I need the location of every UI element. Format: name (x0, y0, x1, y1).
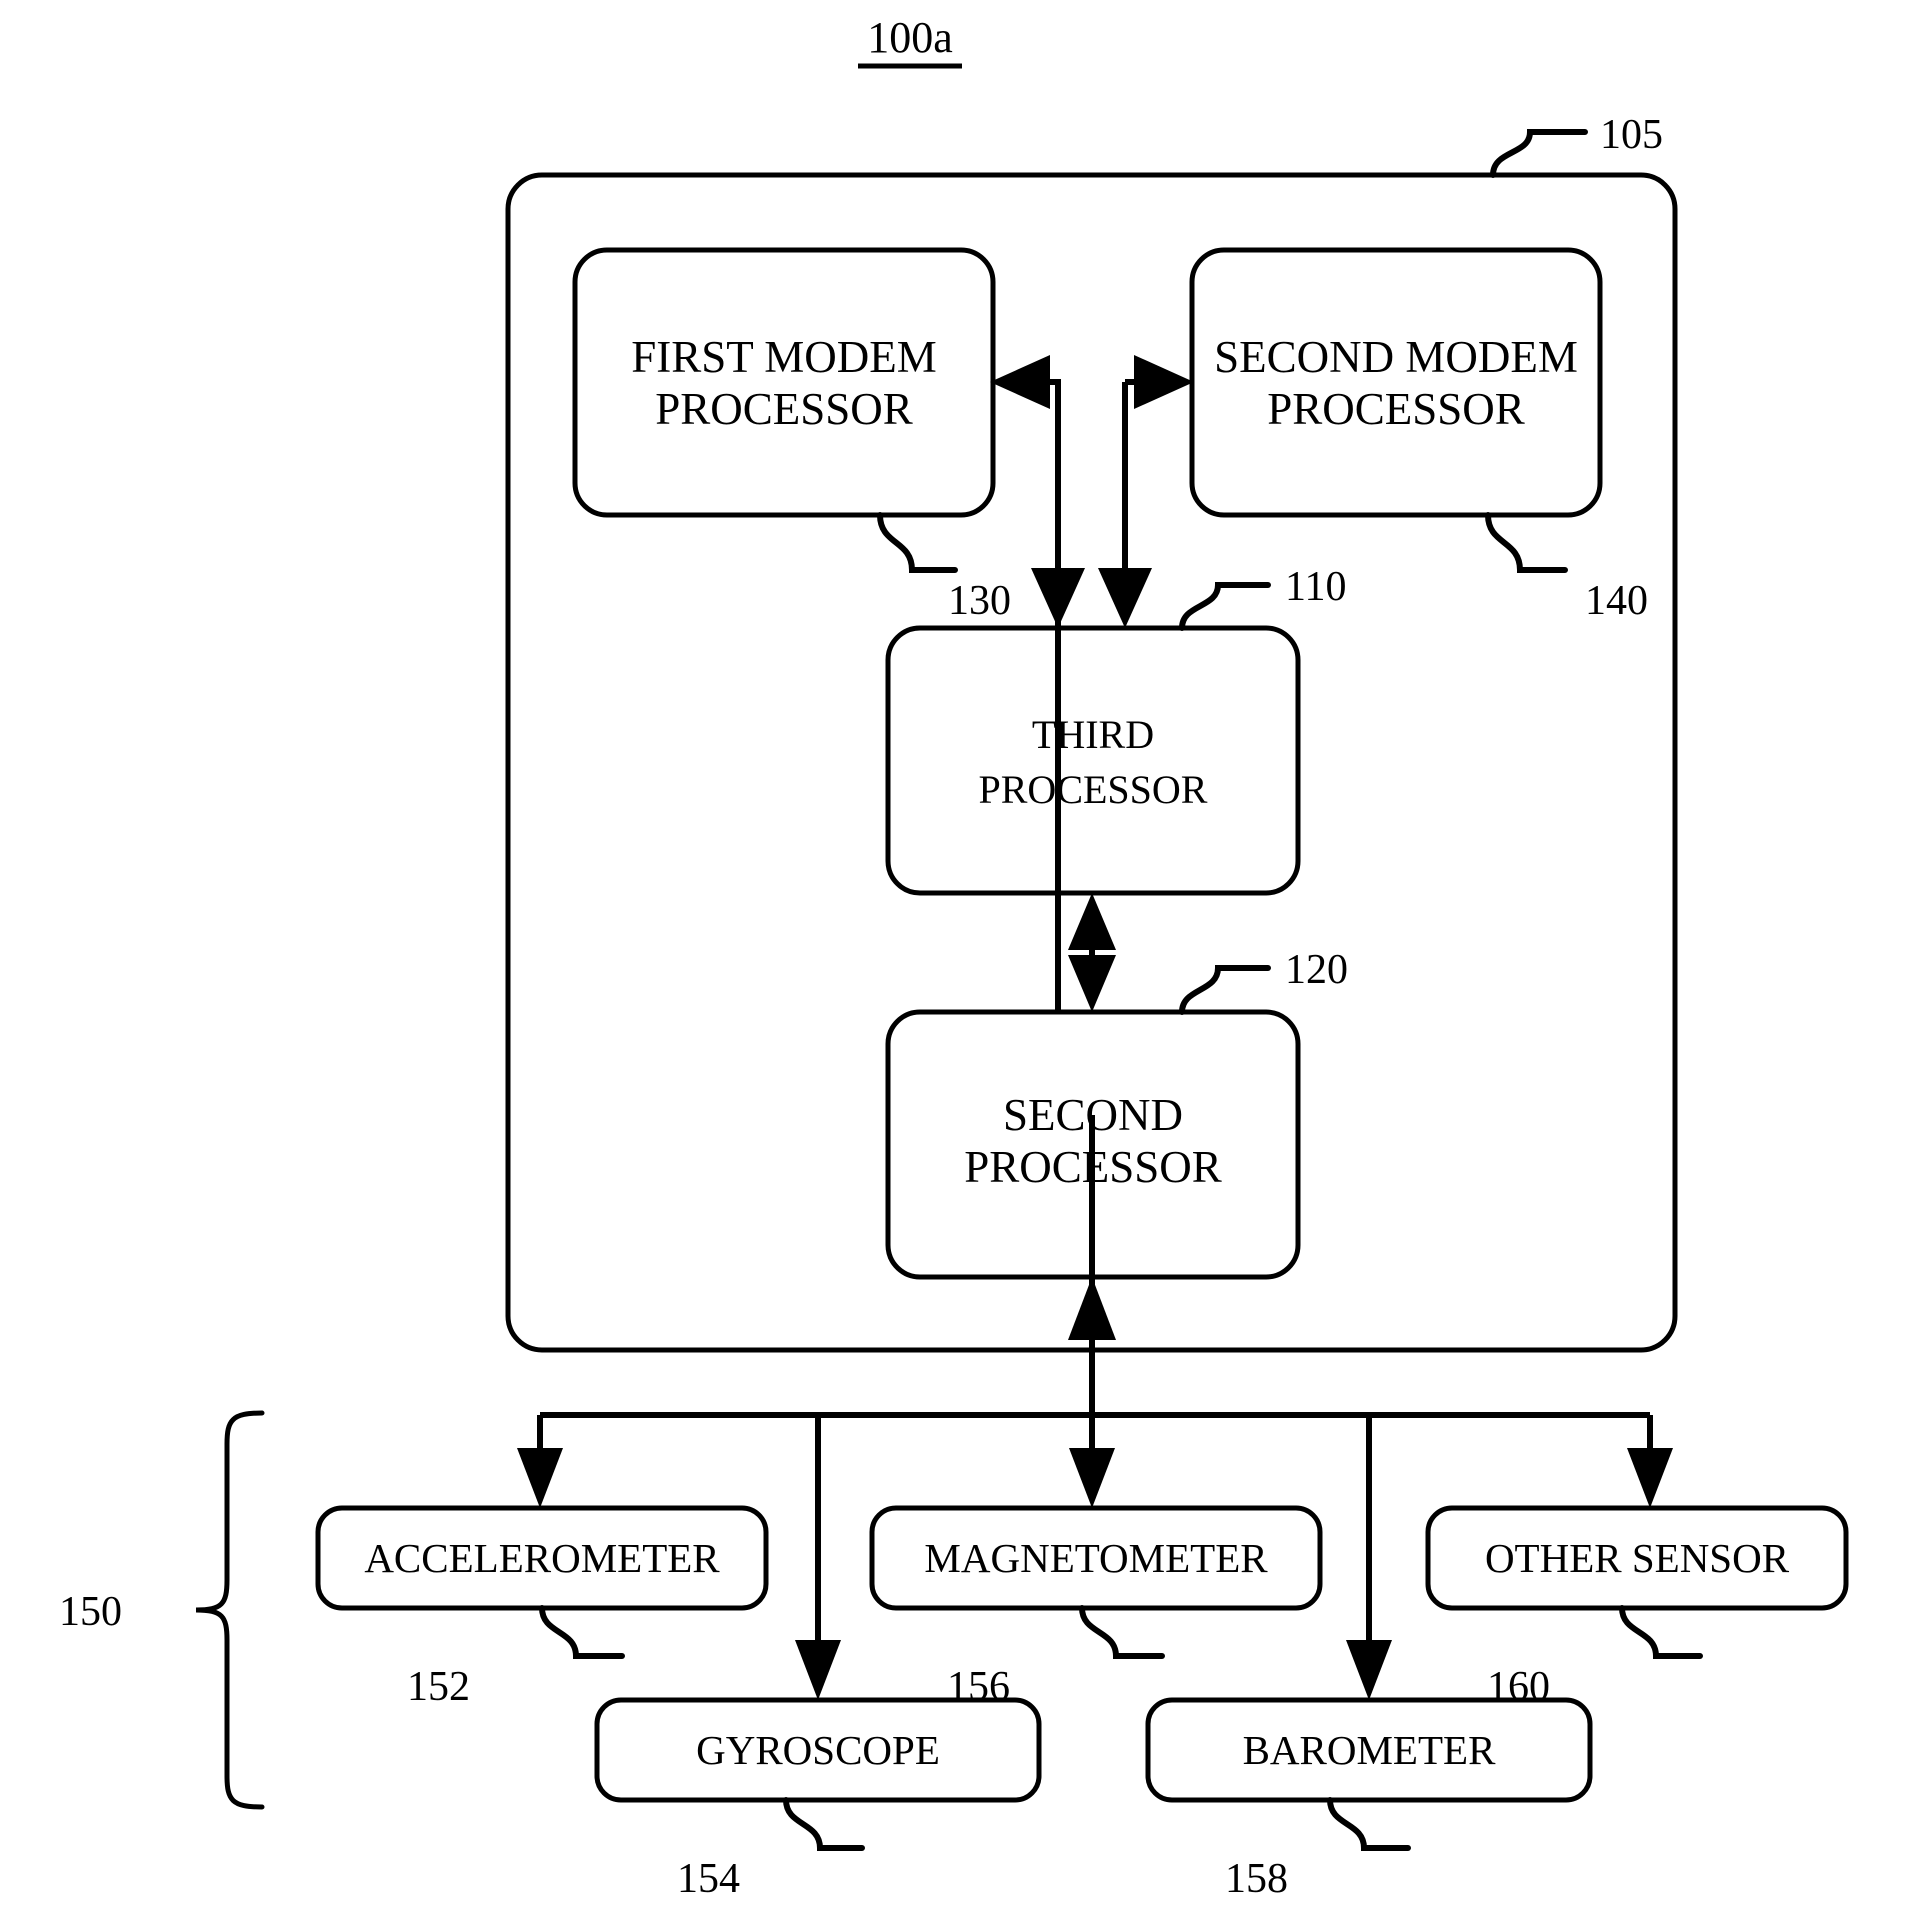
ref-152-label: 152 (407, 1664, 470, 1710)
ref-130-leader (877, 512, 958, 573)
ref-158-leader (1327, 1797, 1411, 1851)
ref-140-label: 140 (1585, 578, 1648, 624)
connector-second-modem-to-third-processor (1098, 355, 1194, 628)
first-modem-processor-box (572, 247, 996, 518)
figure-title: 100a (867, 13, 953, 62)
ref-130-label: 130 (948, 578, 1011, 624)
third-processor-label-line2: PROCESSOR (979, 767, 1208, 812)
diagram-canvas: 100a 105 FIRST MODEM PROCESSOR 130 SECON… (59, 13, 1849, 1902)
third-processor-label-line1: THIRD (1032, 712, 1154, 757)
arrowhead-into-gyroscope (795, 1640, 841, 1700)
barometer-label: BAROMETER (1243, 1727, 1497, 1773)
third-processor-box (885, 625, 1301, 896)
patent-figure: 100a 105 FIRST MODEM PROCESSOR 130 SECON… (0, 0, 1909, 1915)
arrowhead-into-first-modem (990, 355, 1050, 409)
second-modem-processor-box (1189, 247, 1603, 518)
ref-156-leader (1079, 1605, 1165, 1659)
arrowhead-into-barometer (1346, 1640, 1392, 1700)
ref-110-label: 110 (1285, 564, 1346, 610)
arrowhead-into-magnetometer (1069, 1448, 1115, 1508)
ref-120-label: 120 (1285, 947, 1348, 993)
second-modem-processor-label-line1: SECOND MODEM (1214, 332, 1578, 382)
connector-third-to-second-processor (1068, 893, 1116, 1012)
arrowhead-down-into-second (1068, 955, 1116, 1012)
second-modem-processor-label-line2: PROCESSOR (1267, 384, 1525, 434)
ref-120-leader (1179, 965, 1271, 1015)
gyroscope-label: GYROSCOPE (696, 1727, 940, 1773)
magnetometer-label: MAGNETOMETER (924, 1535, 1268, 1581)
ref-154-label: 154 (677, 1856, 740, 1902)
other-sensor-label: OTHER SENSOR (1485, 1535, 1790, 1581)
arrowhead-down-right-into-third (1098, 568, 1152, 628)
first-modem-processor-label-line2: PROCESSOR (655, 384, 913, 434)
ref-158-label: 158 (1225, 1856, 1288, 1902)
ref-150-label: 150 (59, 1589, 122, 1635)
sensor-group-brace (195, 1410, 265, 1810)
ref-105-label: 105 (1600, 112, 1663, 158)
accelerometer-label: ACCELEROMETER (364, 1535, 720, 1581)
ref-105-leader (1490, 129, 1588, 178)
arrowhead-down-left-into-third (1031, 568, 1085, 628)
arrowhead-up-into-third (1068, 893, 1116, 950)
ref-140-leader (1485, 512, 1568, 573)
arrowhead-into-second-modem (1134, 355, 1194, 409)
ref-110-leader (1179, 582, 1271, 631)
ref-152-leader (539, 1605, 625, 1659)
ref-160-leader (1619, 1605, 1703, 1659)
connector-second-processor-to-sensor-bus (517, 1115, 1673, 1700)
arrowhead-into-accelerometer (517, 1448, 563, 1508)
arrowhead-into-other-sensor (1627, 1448, 1673, 1508)
figure-title-group: 100a (858, 13, 962, 69)
arrowhead-up-into-second-processor (1068, 1277, 1116, 1340)
ref-154-leader (783, 1797, 865, 1851)
sensor-group-brace-group: 150 (59, 1410, 265, 1810)
first-modem-processor-label-line1: FIRST MODEM (631, 332, 937, 382)
